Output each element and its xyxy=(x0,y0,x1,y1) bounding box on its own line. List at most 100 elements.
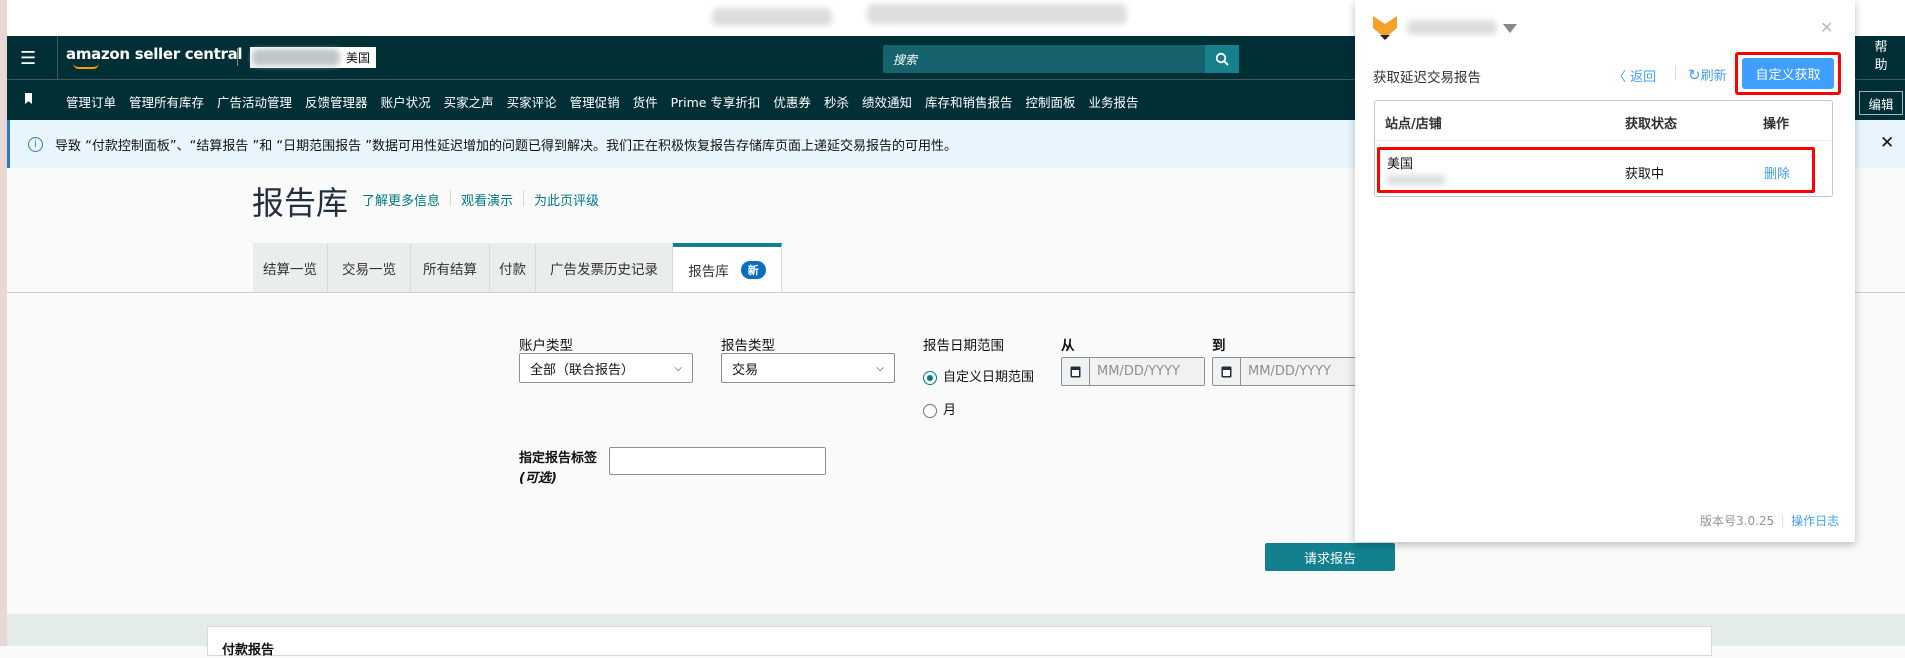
nav-item[interactable]: 业务报告 xyxy=(1089,92,1139,111)
row-site: 美国 xyxy=(1387,157,1414,172)
calendar-icon[interactable] xyxy=(1062,358,1090,385)
radio-label: 月 xyxy=(943,403,957,418)
nav-item[interactable]: 管理所有库存 xyxy=(129,92,204,111)
nav-item[interactable]: 管理促销 xyxy=(570,92,620,111)
marketplace-label: 美国 xyxy=(345,51,370,65)
extension-panel: ✕ 获取延迟交易报告 〈 返回 ↻刷新 自定义获取 站点/店铺 获取状态 操作 … xyxy=(1355,0,1855,542)
tab-transaction-summary[interactable]: 交易一览 xyxy=(328,243,411,292)
new-badge: 新 xyxy=(740,260,766,279)
date-range-label: 报告日期范围 xyxy=(923,338,1004,354)
nav-item[interactable]: 买家之声 xyxy=(444,92,494,111)
column-site: 站点/店铺 xyxy=(1385,117,1442,132)
chevron-down-icon: ⌵ xyxy=(674,362,682,374)
store-marketplace-selector[interactable]: 美国 xyxy=(250,47,376,68)
report-tag-label: 指定报告标签 xyxy=(519,451,598,466)
fox-logo-icon xyxy=(1373,16,1397,40)
refresh-label: 刷新 xyxy=(1700,69,1727,84)
hamburger-menu-icon[interactable]: ☰ xyxy=(20,48,36,69)
tab-all-settlements[interactable]: 所有结算 xyxy=(411,243,490,292)
column-action: 操作 xyxy=(1763,117,1790,132)
nav-item[interactable]: 反馈管理器 xyxy=(305,92,368,111)
nav-item[interactable]: 管理订单 xyxy=(66,92,116,111)
divider xyxy=(57,36,58,79)
nav-item[interactable]: 控制面板 xyxy=(1025,92,1075,111)
report-type-label: 报告类型 xyxy=(721,338,775,354)
report-type-value: 交易 xyxy=(732,362,759,378)
report-tag-input[interactable] xyxy=(609,447,826,475)
dropdown-caret-icon[interactable] xyxy=(1503,24,1517,33)
learn-more-link[interactable]: 了解更多信息 xyxy=(362,190,440,209)
nav-item[interactable]: 优惠券 xyxy=(773,92,811,111)
nav-item[interactable]: 货件 xyxy=(633,92,658,111)
close-panel-icon[interactable]: ✕ xyxy=(1820,18,1833,37)
nav-menu: 管理订单 管理所有库存 广告活动管理 反馈管理器 账户状况 买家之声 买家评论 管理促销 货件 P… xyxy=(66,92,1152,111)
column-status: 获取状态 xyxy=(1625,117,1678,132)
calendar-icon[interactable] xyxy=(1213,358,1241,385)
tab-payments[interactable]: 付款 xyxy=(490,243,536,292)
watch-demo-link[interactable]: 观看演示 xyxy=(461,190,513,209)
bottom-section: 付款报告 xyxy=(7,614,1905,658)
from-date-input[interactable]: MM/DD/YYYY xyxy=(1061,357,1205,386)
optional-label: (可选) xyxy=(519,471,557,486)
tab-label: 报告库 xyxy=(688,263,729,280)
account-type-value: 全部（联合报告） xyxy=(530,362,635,378)
banner-message: 导致 “付款控制面板”、“结算报告 ”和 “日期范围报告 ”数据可用性延迟增加的… xyxy=(55,138,957,154)
tab-settlement-summary[interactable]: 结算一览 xyxy=(253,243,328,292)
chevron-left-icon: 〈 xyxy=(1613,70,1631,85)
nav-item[interactable]: 买家评论 xyxy=(507,92,557,111)
radio-month[interactable]: 月 xyxy=(923,399,956,418)
divider xyxy=(1675,66,1676,80)
back-button[interactable]: 〈 返回 xyxy=(1613,66,1656,85)
from-label: 从 xyxy=(1061,338,1075,354)
panel-footer: 版本号3.0.25 操作日志 xyxy=(1700,512,1839,529)
tab-report-library[interactable]: 报告库 新 xyxy=(673,243,782,292)
divider xyxy=(450,190,452,206)
help-link[interactable]: 帮助 xyxy=(1871,39,1891,75)
from-date-placeholder: MM/DD/YYYY xyxy=(1090,358,1204,385)
search-icon xyxy=(1215,52,1229,66)
delete-link[interactable]: 删除 xyxy=(1764,163,1790,182)
chevron-down-icon: ⌵ xyxy=(876,362,884,374)
page-links: 了解更多信息 观看演示 为此页评级 xyxy=(362,190,599,209)
nav-item[interactable]: 广告活动管理 xyxy=(217,92,292,111)
radio-unselected-icon xyxy=(923,403,937,418)
nav-item[interactable]: 库存和销售报告 xyxy=(925,92,1013,111)
blurred-store xyxy=(1386,175,1446,185)
close-banner-icon[interactable]: ✕ xyxy=(1880,133,1894,153)
search-input[interactable]: 搜索 xyxy=(883,45,1205,73)
refresh-button[interactable]: ↻刷新 xyxy=(1688,65,1727,84)
nav-item[interactable]: 秒杀 xyxy=(824,92,849,111)
to-date-placeholder: MM/DD/YYYY xyxy=(1241,358,1355,385)
bookmark-icon[interactable] xyxy=(25,93,32,104)
amazon-seller-central-logo[interactable]: amazon seller central xyxy=(66,45,243,63)
account-type-label: 账户类型 xyxy=(519,338,573,354)
window-edge xyxy=(0,0,7,646)
blurred-account xyxy=(1407,20,1497,35)
nav-item[interactable]: 绩效通知 xyxy=(862,92,912,111)
tab-ad-invoice-history[interactable]: 广告发票历史记录 xyxy=(536,243,673,292)
info-icon: i xyxy=(28,136,43,152)
account-type-select[interactable]: 全部（联合报告） ⌵ xyxy=(519,353,693,383)
to-date-input[interactable]: MM/DD/YYYY xyxy=(1212,357,1356,386)
report-table: 站点/店铺 获取状态 操作 美国 获取中 删除 xyxy=(1374,100,1833,197)
back-label: 返回 xyxy=(1630,70,1657,85)
radio-custom-range[interactable]: 自定义日期范围 xyxy=(923,366,1034,385)
nav-item[interactable]: 账户状况 xyxy=(381,92,431,111)
version-label: 版本号3.0.25 xyxy=(1700,514,1775,528)
search-button[interactable] xyxy=(1205,45,1239,73)
panel-title: 获取延迟交易报告 xyxy=(1373,70,1481,86)
rate-page-link[interactable]: 为此页评级 xyxy=(534,190,599,209)
custom-fetch-button[interactable]: 自定义获取 xyxy=(1742,58,1834,89)
row-status: 获取中 xyxy=(1625,167,1665,182)
edit-nav-button[interactable]: 编辑 xyxy=(1859,91,1903,115)
nav-item[interactable]: Prime 专享折扣 xyxy=(671,92,761,111)
tab-bar: 结算一览 交易一览 所有结算 付款 广告发票历史记录 报告库 新 xyxy=(253,243,782,292)
blurred-area xyxy=(867,4,1127,24)
report-type-select[interactable]: 交易 ⌵ xyxy=(721,353,895,383)
divider xyxy=(237,48,238,66)
divider xyxy=(1782,514,1784,527)
operation-log-link[interactable]: 操作日志 xyxy=(1791,512,1839,529)
blurred-store-name xyxy=(252,49,340,66)
request-report-button[interactable]: 请求报告 xyxy=(1265,543,1395,571)
blurred-area xyxy=(712,8,832,26)
